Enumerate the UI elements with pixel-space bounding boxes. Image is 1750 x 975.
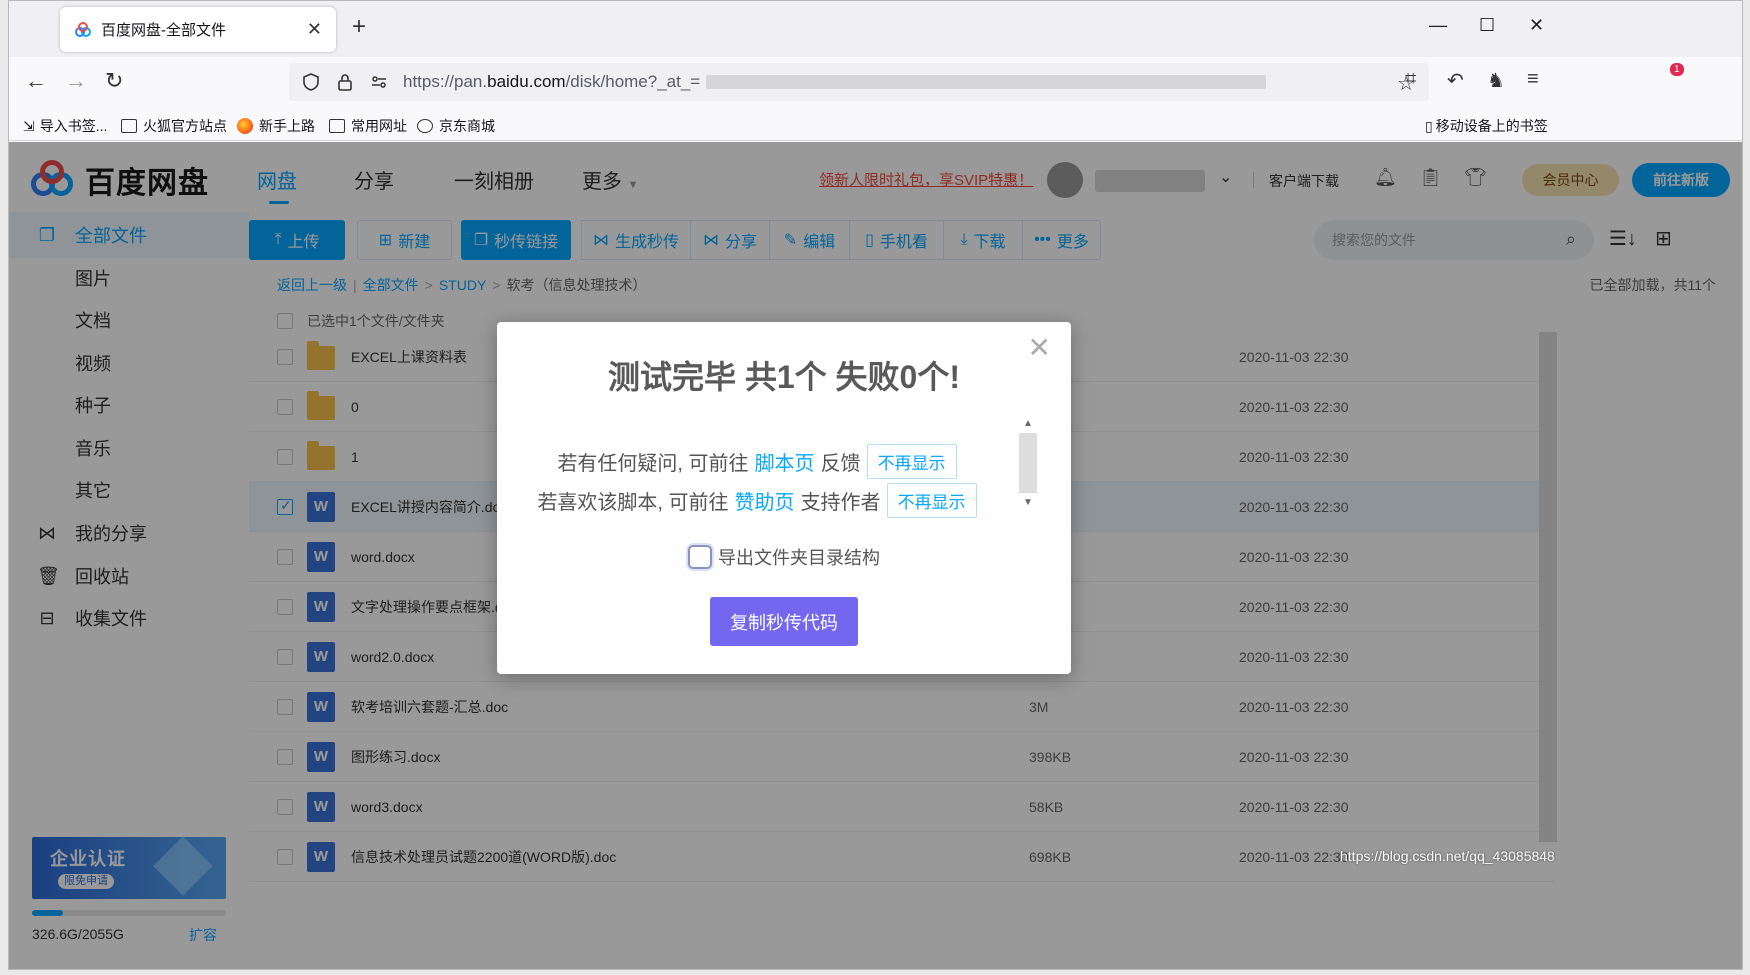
extension-icon[interactable]: ♞ [1487, 68, 1505, 93]
baidu-pan-favicon-icon [75, 21, 91, 37]
shield-icon [303, 73, 319, 91]
forward-icon[interactable]: → [65, 70, 87, 92]
extension-badge: 1 [1670, 63, 1684, 76]
permissions-icon [372, 76, 386, 88]
close-tab-icon[interactable]: ✕ [307, 19, 322, 40]
test-result-dialog: ✕ 测试完毕 共1个 失败0个! 若有任何疑问, 可前往 脚本页 反馈 不再显示… [497, 322, 1071, 674]
bookmark-jd[interactable]: 京东商城 [417, 116, 495, 136]
back-icon[interactable]: ← [25, 70, 47, 92]
reload-icon[interactable]: ↻ [105, 70, 123, 92]
folder-icon [329, 119, 345, 133]
bookmark-firefox-site[interactable]: 火狐官方站点 [121, 116, 227, 136]
crop-icon[interactable]: ⌗ [1405, 68, 1416, 91]
browser-tab[interactable]: 百度网盘-全部文件 ✕ [60, 7, 336, 52]
scroll-down-icon[interactable]: ▼ [1019, 497, 1037, 508]
minimize-icon[interactable]: — [1429, 15, 1447, 36]
globe-icon [417, 119, 433, 133]
tab-bar: 百度网盘-全部文件 ✕ + — ☐ ✕ [9, 1, 1742, 57]
url-bar[interactable]: https://pan. baidu.com /disk/home?_at_= … [289, 63, 1429, 101]
scroll-thumb[interactable] [1019, 433, 1037, 493]
firefox-icon [237, 118, 253, 134]
scroll-up-icon[interactable]: ▲ [1019, 418, 1037, 429]
undo-icon[interactable]: ↶ [1447, 68, 1464, 93]
dialog-scrollbar[interactable]: ▲ ▼ [1019, 418, 1037, 518]
dont-show-again-button[interactable]: 不再显示 [886, 483, 977, 518]
lock-icon [338, 74, 352, 91]
tab-title: 百度网盘-全部文件 [101, 22, 226, 39]
close-window-icon[interactable]: ✕ [1529, 15, 1544, 36]
watermark: https://blog.csdn.net/qq_43085848 [1340, 848, 1555, 864]
import-icon: ⇲ [23, 117, 35, 134]
sponsor-page-link[interactable]: 赞助页 [735, 486, 795, 515]
sponsor-line: 若喜欢该脚本, 可前往 赞助页 支持作者 不再显示 [497, 483, 1017, 518]
mobile-bookmarks[interactable]: ▯ 移动设备上的书签 [1425, 116, 1548, 136]
bookmark-common-urls[interactable]: 常用网址 [329, 116, 407, 136]
export-checkbox[interactable] [688, 545, 712, 569]
feedback-line: 若有任何疑问, 可前往 脚本页 反馈 不再显示 [497, 444, 1017, 479]
url-domain: baidu.com [487, 72, 566, 91]
dont-show-again-button[interactable]: 不再显示 [866, 444, 957, 479]
folder-icon [121, 119, 137, 133]
bookmark-getting-started[interactable]: 新手上路 [237, 116, 315, 136]
url-path: /disk/home?_at_= [565, 72, 701, 91]
mobile-icon: ▯ [1425, 117, 1433, 134]
new-tab-button[interactable]: + [352, 15, 366, 39]
bookmark-import[interactable]: ⇲ 导入书签... [23, 116, 107, 136]
export-folder-structure-option[interactable]: 导出文件夹目录结构 [497, 544, 1071, 570]
bookmarks-bar: ⇲ 导入书签... 火狐官方站点 新手上路 常用网址 京东商城 ▯ 移动设备上的书签 [9, 107, 1742, 141]
url-prefix: https://pan. [403, 72, 488, 91]
menu-icon[interactable]: ≡ [1527, 68, 1539, 91]
script-page-link[interactable]: 脚本页 [755, 447, 815, 476]
url-redacted [706, 75, 1267, 89]
maximize-icon[interactable]: ☐ [1479, 15, 1495, 36]
dialog-title: 测试完毕 共1个 失败0个! [607, 359, 961, 395]
nav-bar: ← → ↻ https://pan. baidu.com /disk/home?… [9, 57, 1742, 107]
copy-quick-code-button[interactable]: 复制秒传代码 [710, 597, 858, 646]
